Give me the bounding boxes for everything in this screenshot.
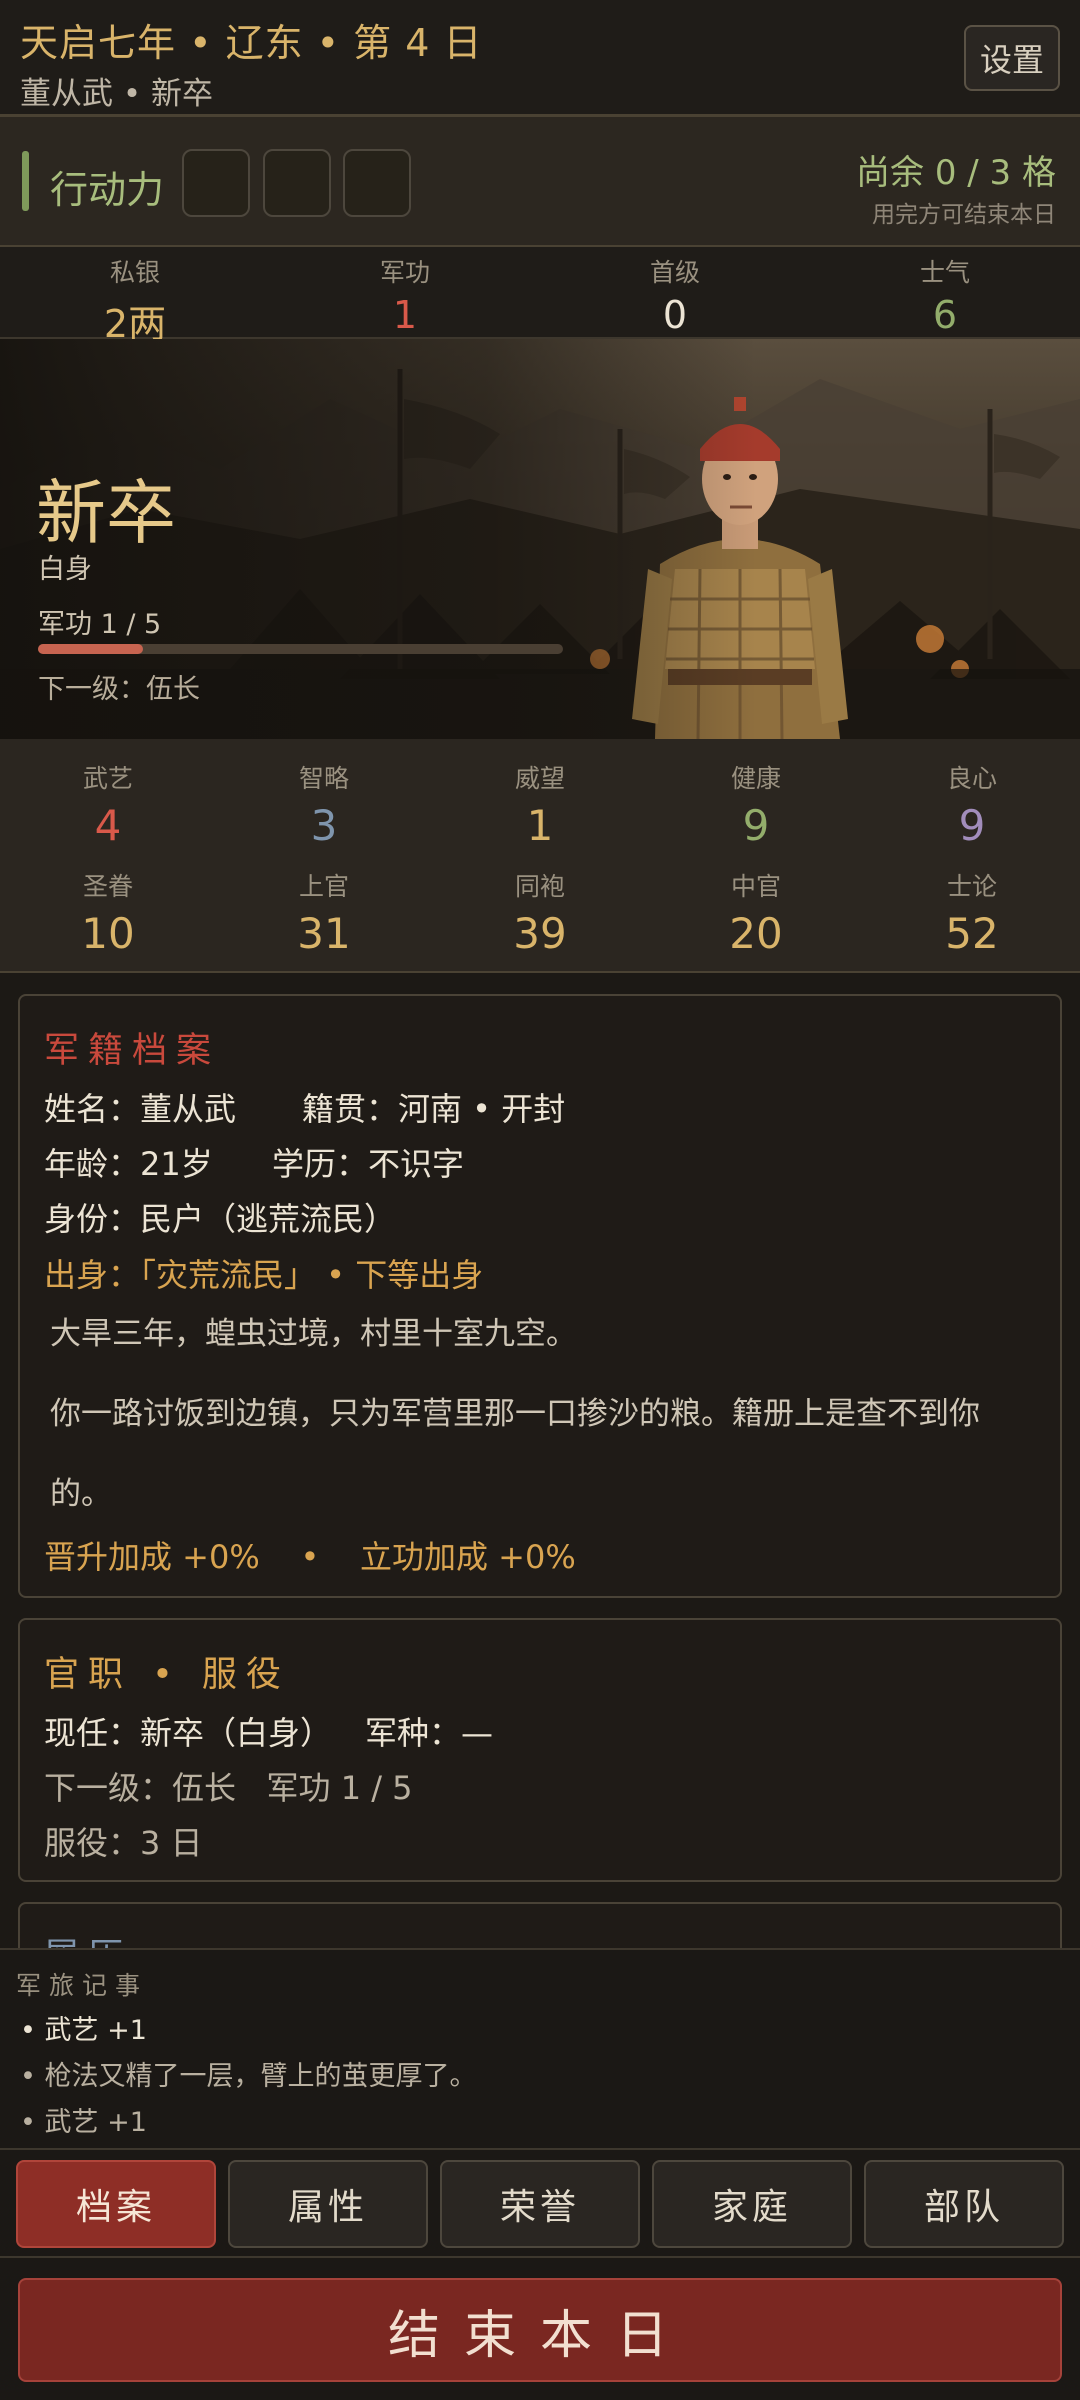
event-log: 军旅记事 • 武艺 +1 • 枪法又精了一层，臂上的茧更厚了。 • 武艺 +1 <box>0 1948 1080 2148</box>
stat-value: 39 <box>513 909 567 958</box>
top-header: 天启七年 • 辽东 • 第 4 日 董从武 • 新卒 设置 <box>0 0 1080 117</box>
tab-attributes[interactable]: 属性 <box>228 2160 428 2248</box>
action-points-label: 行动力 <box>50 168 165 212</box>
merit-progress-bar <box>38 644 563 654</box>
dossier-title: 军籍档案 <box>44 1031 221 1071</box>
stat-health: 健康 9 <box>648 759 864 850</box>
service-current: 现任：新卒（白身） <box>44 1714 333 1752</box>
service-card: 官职 • 服役 现任：新卒（白身） 军种：— 下一级：伍长 军功 1 / 5 服… <box>18 1618 1062 1882</box>
stat-label: 健康 <box>730 764 781 793</box>
rank-status: 白身 <box>38 554 92 585</box>
stat-label: 同袍 <box>514 872 565 901</box>
dossier-age: 年龄：21岁 <box>44 1145 213 1183</box>
stat-label: 智略 <box>298 764 349 793</box>
stats-grid: 武艺 4 智略 3 威望 1 健康 9 良心 9 圣眷 10 上官 31 同袍 … <box>0 739 1080 973</box>
stat-value: 31 <box>297 909 351 958</box>
resource-morale: 士气 6 <box>810 247 1080 337</box>
resource-value: 0 <box>662 293 688 337</box>
dossier-story: 你一路讨饭到边镇，只为军营里那一口掺沙的粮。籍册上是查不到你 <box>50 1396 980 1432</box>
stat-value: 3 <box>310 801 338 850</box>
service-branch: 军种：— <box>365 1714 494 1752</box>
stat-value: 4 <box>94 801 122 850</box>
character-summary: 董从武 • 新卒 <box>20 76 213 112</box>
stat-label: 武艺 <box>82 764 133 793</box>
next-rank: 下一级：伍长 <box>38 674 200 705</box>
stat-imperial-favor: 圣眷 10 <box>0 867 216 958</box>
log-title: 军旅记事 <box>16 1971 149 2000</box>
dossier-card: 军籍档案 姓名：董从武 籍贯：河南 • 开封 年龄：21岁 学历：不识字 身份：… <box>18 994 1062 1598</box>
service-title: 官职 • 服役 <box>44 1655 290 1695</box>
action-remaining: 尚余 0 / 3 格 <box>856 153 1056 193</box>
stat-label: 威望 <box>514 764 565 793</box>
resource-row: 私银 2两 军功 1 首级 0 士气 6 <box>0 247 1080 346</box>
stat-martial: 武艺 4 <box>0 759 216 850</box>
rank-title: 新卒 <box>36 472 176 554</box>
stat-strategy: 智略 3 <box>216 759 432 850</box>
resource-value: 1 <box>392 293 418 337</box>
tab-honors[interactable]: 荣誉 <box>440 2160 640 2248</box>
stat-value: 20 <box>729 909 783 958</box>
action-note: 用完方可结束本日 <box>872 202 1056 228</box>
stat-eunuch: 中官 20 <box>648 867 864 958</box>
resource-label: 士气 <box>919 258 970 287</box>
stat-scholar-opinion: 士论 52 <box>864 867 1080 958</box>
stat-label: 士论 <box>946 872 997 901</box>
resource-label: 私银 <box>109 258 160 287</box>
dossier-story: 的。 <box>50 1476 112 1512</box>
resource-silver: 私银 2两 <box>0 247 270 346</box>
end-day-bar: 结束本日 <box>0 2256 1080 2400</box>
log-item: • 武艺 +1 <box>20 2015 147 2046</box>
stat-comrades: 同袍 39 <box>432 867 648 958</box>
tab-family[interactable]: 家庭 <box>652 2160 852 2248</box>
tab-dossier[interactable]: 档案 <box>16 2160 216 2248</box>
resource-heads: 首级 0 <box>540 247 810 337</box>
resource-merit: 军功 1 <box>270 247 540 337</box>
stat-label: 上官 <box>298 872 349 901</box>
service-days: 服役：3 日 <box>44 1824 203 1862</box>
stat-superior: 上官 31 <box>216 867 432 958</box>
action-slot-2 <box>263 149 331 217</box>
resource-value: 6 <box>932 293 958 337</box>
bottom-tabs: 档案 属性 荣誉 家庭 部队 <box>0 2148 1080 2256</box>
dossier-background: 出身：「灾荒流民」 • 下等出身 <box>44 1256 484 1294</box>
stat-value: 52 <box>945 909 999 958</box>
dossier-origin: 籍贯：河南 • 开封 <box>302 1090 566 1128</box>
dossier-identity: 身份：民户（逃荒流民） <box>44 1200 397 1238</box>
stat-value: 1 <box>526 801 554 850</box>
action-points-bar: 行动力 尚余 0 / 3 格 用完方可结束本日 <box>0 117 1080 247</box>
game-date: 天启七年 • 辽东 • 第 4 日 <box>20 21 483 65</box>
dossier-bonus: 晋升加成 +0% • 立功加成 +0% <box>44 1538 576 1576</box>
action-slot-3 <box>343 149 411 217</box>
action-slot-1 <box>182 149 250 217</box>
tab-troops[interactable]: 部队 <box>864 2160 1064 2248</box>
service-next: 下一级：伍长 军功 1 / 5 <box>44 1769 413 1807</box>
log-item: • 武艺 +1 <box>20 2107 147 2138</box>
dossier-story: 大旱三年，蝗虫过境，村里十室九空。 <box>50 1316 577 1352</box>
stat-label: 中官 <box>730 872 781 901</box>
stat-value: 9 <box>958 801 986 850</box>
stat-conscience: 良心 9 <box>864 759 1080 850</box>
stat-label: 良心 <box>946 764 997 793</box>
stat-value: 9 <box>742 801 770 850</box>
stat-prestige: 威望 1 <box>432 759 648 850</box>
log-item: • 枪法又精了一层，臂上的茧更厚了。 <box>20 2061 477 2092</box>
dossier-education: 学历：不识字 <box>272 1145 465 1183</box>
merit-progress-label: 军功 1 / 5 <box>38 609 162 640</box>
resource-label: 首级 <box>649 258 700 287</box>
stat-value: 10 <box>81 909 135 958</box>
end-day-button[interactable]: 结束本日 <box>18 2278 1062 2382</box>
stat-label: 圣眷 <box>82 872 133 901</box>
resource-label: 军功 <box>379 258 430 287</box>
dossier-name: 姓名：董从武 <box>44 1090 237 1128</box>
merit-progress-fill <box>38 644 143 654</box>
settings-button[interactable]: 设置 <box>964 25 1060 91</box>
action-accent-bar <box>22 151 29 211</box>
hero-banner: 新卒 白身 军功 1 / 5 下一级：伍长 <box>0 339 1080 739</box>
